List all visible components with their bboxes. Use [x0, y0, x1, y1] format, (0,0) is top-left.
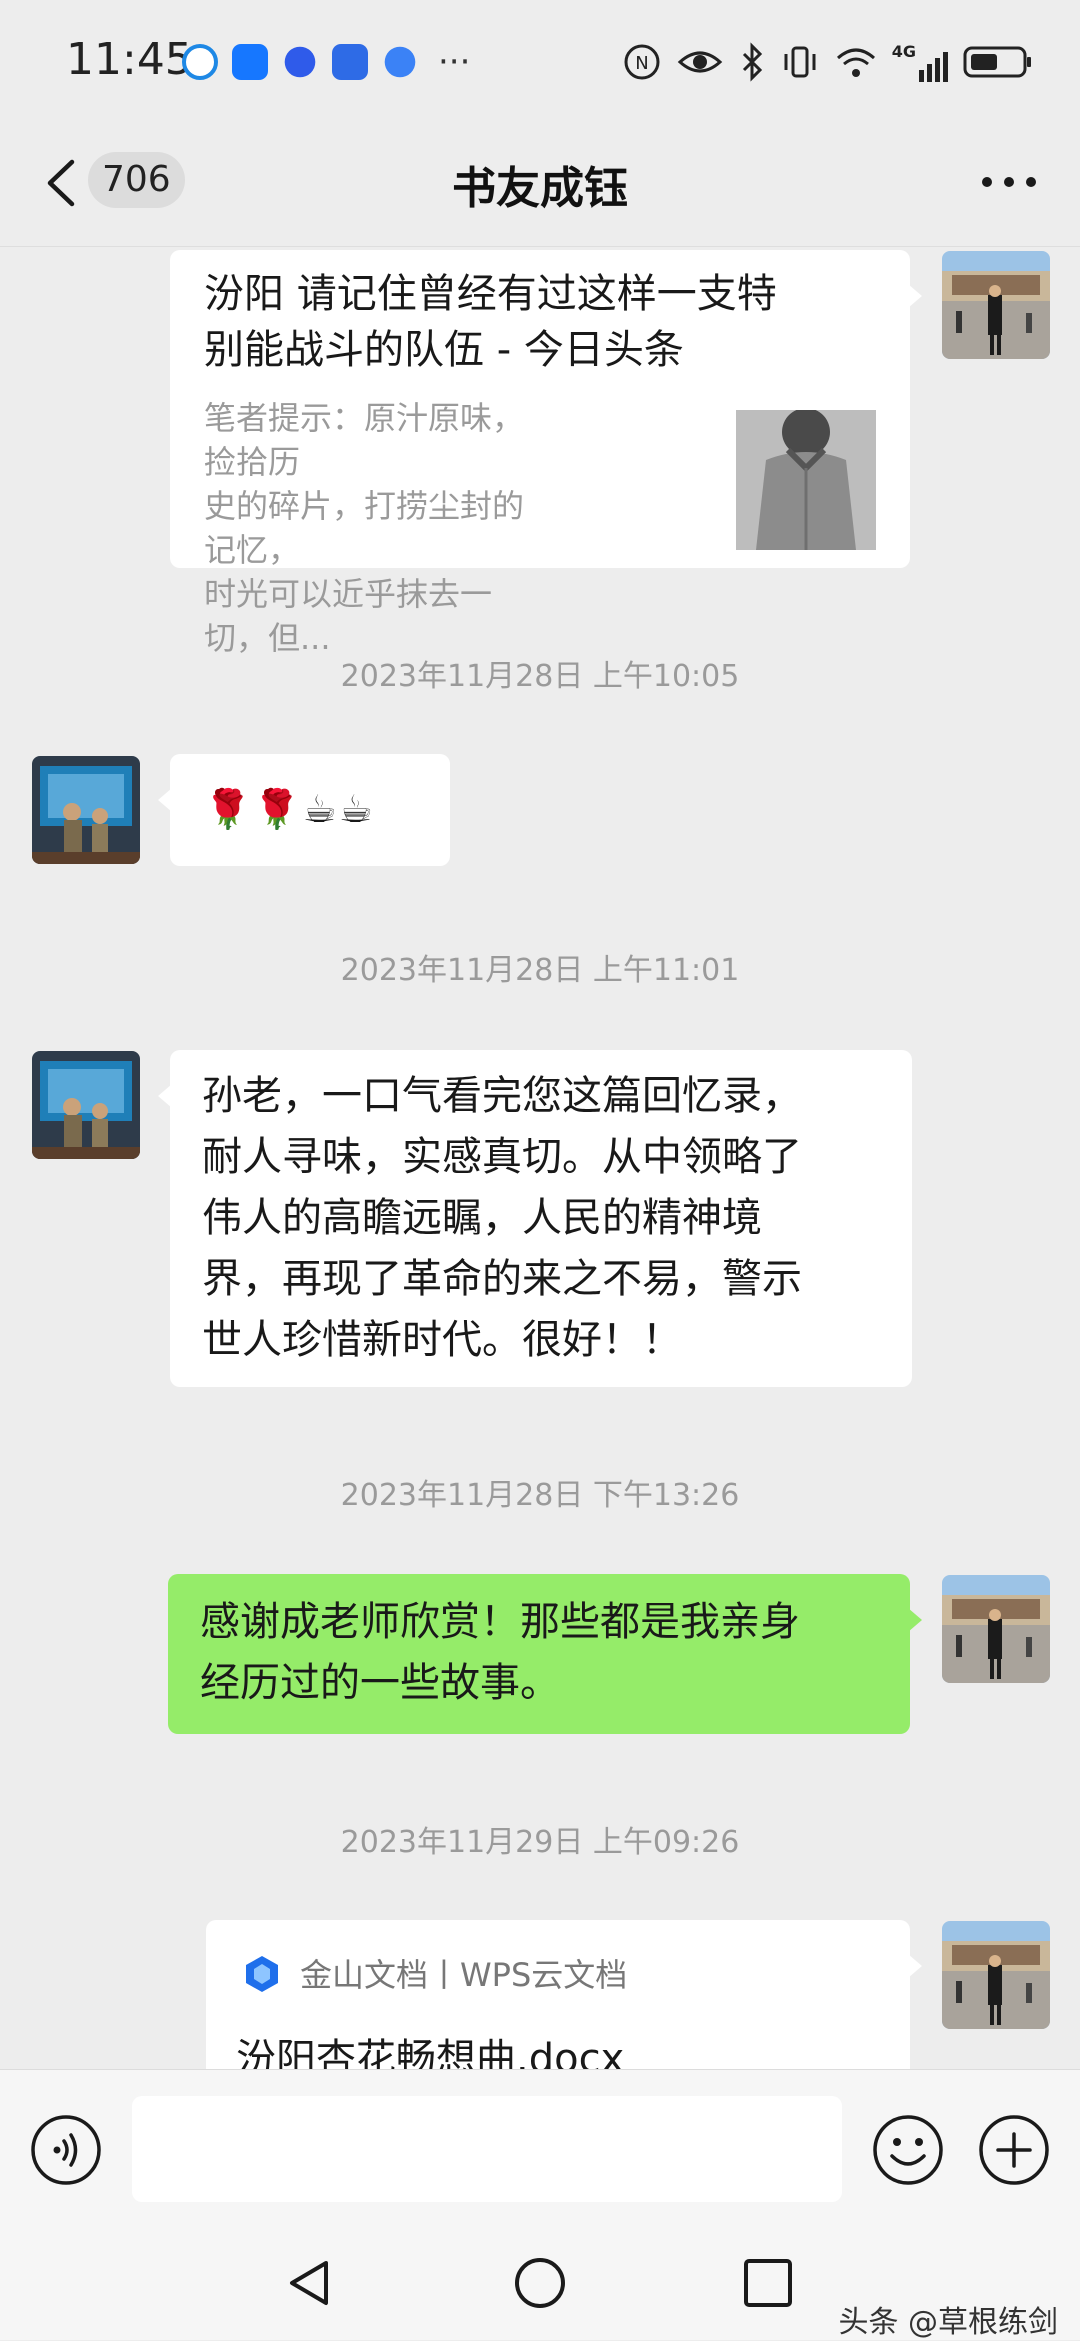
avatar-contact[interactable]: [32, 1051, 140, 1159]
wifi-icon: [836, 48, 875, 77]
home-circle-icon[interactable]: [512, 2255, 568, 2311]
recents-square-icon[interactable]: [740, 2255, 796, 2311]
bubble-tail: [908, 1954, 922, 1978]
watermark: 头条 @草根练剑: [838, 2305, 1058, 2340]
message-timestamp: 2023年11月28日 上午11:01: [340, 953, 740, 988]
signal-indicator: 4G: [892, 42, 948, 82]
svg-text:N: N: [635, 53, 648, 74]
message-input[interactable]: [132, 2096, 842, 2202]
message-text: 孙老，一口气看完您这篇回忆录， 耐人寻味，实感真切。从中领略了 伟人的高瞻远瞩，…: [202, 1066, 892, 1371]
network-type-label: 4G: [891, 42, 916, 61]
system-icons: N 4G: [622, 38, 1034, 86]
link-card-title-line: 汾阳 请记住曾经有过这样一支特: [204, 271, 777, 317]
plus-icon[interactable]: [978, 2114, 1050, 2186]
text-message[interactable]: 孙老，一口气看完您这篇回忆录， 耐人寻味，实感真切。从中领略了 伟人的高瞻远瞩，…: [158, 1050, 912, 1387]
message-text-line: 界，再现了革命的来之不易，警示: [202, 1256, 802, 1302]
message-text-line: 感谢成老师欣赏！那些都是我亲身: [200, 1599, 800, 1645]
link-card-description-line: 时光可以近乎抹去一切，但...: [204, 575, 493, 657]
signal-bar: [943, 52, 948, 82]
wps-docs-icon: [246, 1956, 278, 1992]
text-message-self[interactable]: 感谢成老师欣赏！那些都是我亲身 经历过的一些故事。: [168, 1574, 922, 1734]
avatar-self[interactable]: [942, 1921, 1050, 2029]
link-card-thumbnail: [736, 410, 876, 550]
app-notification-icon: [384, 46, 416, 78]
navigation-bar: 头条 @草根练剑: [0, 2215, 1080, 2340]
message-timestamp: 2023年11月28日 上午10:05: [340, 659, 740, 694]
app-notification-icon: [182, 44, 218, 80]
link-card-title-line: 别能战斗的队伍 - 今日头条: [204, 327, 684, 373]
file-card-message[interactable]: 金山文档丨WPS云文档 汾阳杏花畅想曲.docx: [206, 1920, 922, 2069]
input-bar: [0, 2069, 1080, 2215]
message-text-line: 耐人寻味，实感真切。从中领略了: [202, 1134, 802, 1180]
app-notification-icon: [332, 44, 368, 80]
eye-icon: [677, 51, 722, 73]
avatar-contact[interactable]: [32, 756, 140, 864]
text-message[interactable]: 🌹🌹☕☕: [158, 754, 450, 866]
message-text-line: 孙老，一口气看完您这篇回忆录，: [202, 1073, 802, 1119]
back-triangle-icon[interactable]: [282, 2255, 338, 2311]
message-text-line: 伟人的高瞻远瞩，人民的精神境: [202, 1195, 762, 1241]
avatar-self[interactable]: [942, 1575, 1050, 1683]
link-card-description: 笔者提示：原汁原味，捡拾历 史的碎片，打捞尘封的记忆， 时光可以近乎抹去一切，但…: [204, 396, 544, 660]
message-timestamp: 2023年11月29日 上午09:26: [340, 1825, 740, 1860]
vibrate-icon: [784, 46, 816, 78]
message-text-line: 世人珍惜新时代。很好！！: [202, 1317, 682, 1363]
emoji-icon[interactable]: [872, 2114, 944, 2186]
chat-title: 书友成钰: [452, 163, 628, 214]
bubble-tail: [908, 284, 922, 308]
signal-bar: [919, 70, 924, 82]
bluetooth-icon: [742, 42, 762, 82]
status-bar: 11:45 ··· N 4G: [0, 0, 1080, 120]
nfc-icon: N: [624, 44, 660, 80]
file-source-label: 金山文档丨WPS云文档: [300, 1956, 628, 1994]
message-list[interactable]: 汾阳 请记住曾经有过这样一支特 别能战斗的队伍 - 今日头条 笔者提示：原汁原味…: [0, 247, 1080, 2069]
link-card-message[interactable]: 汾阳 请记住曾经有过这样一支特 别能战斗的队伍 - 今日头条 笔者提示：原汁原味…: [170, 250, 922, 657]
status-time: 11:45: [66, 34, 193, 85]
message-text: 感谢成老师欣赏！那些都是我亲身 经历过的一些故事。: [200, 1592, 890, 1714]
notification-icons: ···: [182, 40, 470, 84]
link-card-description-line: 史的碎片，打捞尘封的记忆，: [204, 487, 525, 569]
link-card-description-line: 笔者提示：原汁原味，捡拾历: [204, 399, 525, 481]
link-card-title: 汾阳 请记住曾经有过这样一支特 别能战斗的队伍 - 今日头条: [204, 266, 884, 378]
baidu-icon: [284, 46, 316, 78]
app-notification-icon: [232, 44, 268, 80]
file-name: 汾阳杏花畅想曲.docx: [236, 2036, 625, 2069]
signal-bar: [935, 58, 940, 82]
more-options-icon[interactable]: [980, 172, 1038, 192]
chat-header: 706 书友成钰: [0, 120, 1080, 247]
more-notifications-icon: ···: [438, 42, 471, 82]
avatar-self[interactable]: [942, 251, 1050, 359]
message-text-line: 经历过的一些故事。: [200, 1660, 560, 1706]
message-text: 🌹🌹☕☕: [204, 787, 375, 831]
signal-bar: [927, 64, 932, 82]
bubble-tail: [908, 1608, 922, 1632]
bubble-tail: [158, 788, 172, 812]
voice-icon[interactable]: [30, 2114, 102, 2186]
message-timestamp: 2023年11月28日 下午13:26: [340, 1478, 740, 1513]
battery-icon: [963, 46, 1031, 78]
bubble-tail: [158, 1084, 172, 1108]
